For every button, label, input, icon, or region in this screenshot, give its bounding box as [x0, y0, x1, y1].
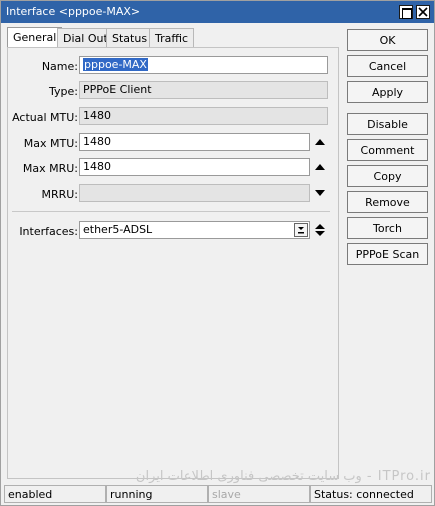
form-separator	[12, 211, 330, 212]
window-title: Interface <pppoe-MAX>	[6, 5, 141, 18]
type-label: Type:	[49, 85, 78, 98]
status-running: running	[106, 485, 208, 503]
copy-button[interactable]: Copy	[347, 165, 428, 187]
mrru-label: MRRU:	[41, 188, 78, 201]
status-enabled: enabled	[4, 485, 106, 503]
max-mtu-collapse-icon[interactable]	[315, 138, 325, 146]
max-mru-label: Max MRU:	[22, 162, 78, 175]
interfaces-label: Interfaces:	[19, 225, 78, 238]
status-connection: Status: connected	[310, 485, 432, 503]
name-input[interactable]: pppoe-MAX	[79, 56, 328, 74]
remove-button[interactable]: Remove	[347, 191, 428, 213]
pppoe-scan-button[interactable]: PPPoE Scan	[347, 243, 428, 265]
cancel-button[interactable]: Cancel	[347, 55, 428, 77]
name-label: Name:	[41, 60, 78, 73]
tab-general[interactable]: General	[7, 27, 63, 48]
actual-mtu-label: Actual MTU:	[12, 111, 78, 124]
max-mtu-label: Max MTU:	[23, 137, 78, 150]
interface-window: Interface <pppoe-MAX> General Dial Out S…	[0, 0, 435, 506]
status-bar: enabled running slave Status: connected	[4, 485, 432, 503]
title-bar[interactable]: Interface <pppoe-MAX>	[1, 1, 434, 23]
actual-mtu-field: 1480	[79, 107, 328, 125]
watermark-text: ITPro.ir - وب سایت تخصصی فناوری اطلاعات …	[135, 469, 431, 484]
mrru-expand-icon[interactable]	[315, 189, 325, 197]
comment-button[interactable]: Comment	[347, 139, 428, 161]
name-input-value: pppoe-MAX	[83, 58, 148, 71]
interfaces-add-remove-icon[interactable]	[315, 223, 325, 237]
interfaces-select[interactable]: ether5-ADSL	[79, 221, 310, 239]
mrru-field	[79, 184, 310, 202]
max-mru-collapse-icon[interactable]	[315, 163, 325, 171]
tab-traffic[interactable]: Traffic	[149, 28, 195, 48]
status-slave: slave	[208, 485, 310, 503]
interfaces-select-value: ether5-ADSL	[83, 223, 153, 236]
max-mru-input[interactable]: 1480	[79, 158, 310, 176]
dropdown-icon[interactable]	[294, 223, 308, 237]
torch-button[interactable]: Torch	[347, 217, 428, 239]
general-panel: Name: pppoe-MAX Type: PPPoE Client Actua…	[7, 47, 339, 479]
close-icon[interactable]	[416, 5, 430, 19]
restore-icon[interactable]	[399, 5, 413, 19]
disable-button[interactable]: Disable	[347, 113, 428, 135]
apply-button[interactable]: Apply	[347, 81, 428, 103]
max-mtu-input[interactable]: 1480	[79, 133, 310, 151]
type-field: PPPoE Client	[79, 81, 328, 99]
tab-status[interactable]: Status	[106, 28, 154, 48]
ok-button[interactable]: OK	[347, 29, 428, 51]
